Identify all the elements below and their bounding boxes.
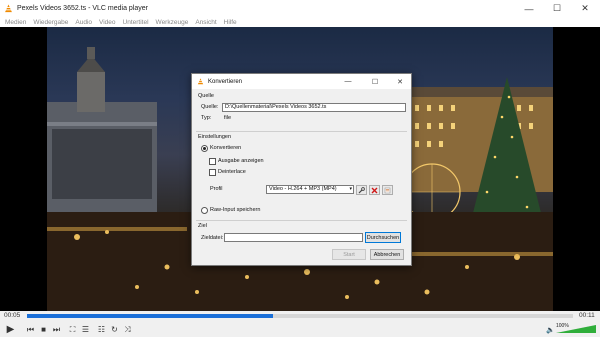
vlc-cone-icon xyxy=(5,4,12,13)
shuffle-button[interactable]: ⤨ xyxy=(121,323,134,336)
convert-label: Konvertieren xyxy=(210,145,242,151)
dialog-close-button[interactable]: ✕ xyxy=(390,74,410,89)
profile-select[interactable]: Video - H.264 + MP3 (MP4) ▾ xyxy=(266,185,354,194)
previous-button[interactable]: ⏮ xyxy=(24,323,37,336)
maximize-button[interactable]: ☐ xyxy=(543,0,571,17)
settings-header: Einstellungen xyxy=(198,134,232,140)
dialog-minimize-button[interactable]: — xyxy=(338,74,358,89)
menu-bar: Medien Wiedergabe Audio Video Untertitel… xyxy=(0,17,600,27)
dialog-maximize-button[interactable]: ☐ xyxy=(365,74,385,89)
deinterlace-label: Deinterlace xyxy=(218,169,246,175)
source-section: Quelle Quelle: D:\Quellenmaterial\Pexels… xyxy=(196,91,407,129)
vlc-cone-icon xyxy=(197,78,204,85)
destination-file-input[interactable] xyxy=(224,233,363,242)
cancel-button[interactable]: Abbrechen xyxy=(370,249,404,260)
profile-value: Video - H.264 + MP3 (MP4) xyxy=(269,186,337,192)
menu-hilfe[interactable]: Hilfe xyxy=(224,19,237,26)
control-bar: 00:05 00:11 ▶ ⏮ ■ ⏭ ⛶ ☰ ☷ ↻ ⤨ 🔈 100% xyxy=(0,311,600,337)
stop-button[interactable]: ■ xyxy=(37,323,50,336)
total-time: 00:11 xyxy=(579,312,595,319)
next-button[interactable]: ⏭ xyxy=(50,323,63,336)
dialog-title: Konvertieren xyxy=(208,78,243,85)
menu-werkzeuge[interactable]: Werkzeuge xyxy=(156,19,189,26)
seek-bar[interactable] xyxy=(27,314,573,318)
seek-progress xyxy=(27,314,273,318)
play-button[interactable]: ▶ xyxy=(4,323,17,336)
type-value: file xyxy=(224,115,232,121)
source-label: Quelle: xyxy=(201,104,219,110)
source-field[interactable]: D:\Quellenmaterial\Pexels Videos 3652.ts xyxy=(222,103,406,112)
window-titlebar: Pexels Videos 3652.ts - VLC media player… xyxy=(0,0,600,17)
wrench-icon xyxy=(358,186,365,193)
deinterlace-checkbox[interactable] xyxy=(209,169,216,176)
profile-label: Profil xyxy=(210,186,223,192)
playlist-button[interactable]: ☷ xyxy=(95,323,108,336)
convert-radio[interactable] xyxy=(201,145,208,152)
destination-section: Ziel Zieldatei: Durchsuchen xyxy=(196,220,407,247)
destination-file-label: Zieldatei: xyxy=(201,235,224,241)
window-title: Pexels Videos 3652.ts - VLC media player xyxy=(17,5,148,12)
menu-audio[interactable]: Audio xyxy=(75,19,92,26)
fullscreen-button[interactable]: ⛶ xyxy=(66,323,79,336)
source-header: Quelle xyxy=(198,93,214,99)
raw-input-label: Raw-Input speichern xyxy=(210,207,261,213)
minimize-button[interactable]: — xyxy=(515,0,543,17)
menu-ansicht[interactable]: Ansicht xyxy=(195,19,216,26)
loop-button[interactable]: ↻ xyxy=(108,323,121,336)
delete-profile-button[interactable] xyxy=(369,185,380,195)
show-output-checkbox[interactable] xyxy=(209,158,216,165)
new-profile-icon xyxy=(384,187,391,193)
convert-dialog: Konvertieren — ☐ ✕ Quelle Quelle: D:\Que… xyxy=(191,73,412,266)
volume-label: 100% xyxy=(556,323,569,329)
close-button[interactable]: ✕ xyxy=(571,0,599,17)
type-label: Typ: xyxy=(201,115,212,121)
show-output-label: Ausgabe anzeigen xyxy=(218,158,264,164)
elapsed-time: 00:05 xyxy=(4,312,21,319)
menu-wiedergabe[interactable]: Wiedergabe xyxy=(33,19,68,26)
browse-button[interactable]: Durchsuchen xyxy=(365,232,401,243)
delete-icon xyxy=(371,187,378,193)
menu-video[interactable]: Video xyxy=(99,19,116,26)
destination-header: Ziel xyxy=(198,223,207,229)
new-profile-button[interactable] xyxy=(382,185,393,195)
menu-medien[interactable]: Medien xyxy=(5,19,26,26)
speaker-icon: 🔈 xyxy=(546,326,555,334)
extended-settings-button[interactable]: ☰ xyxy=(79,323,92,336)
menu-untertitel[interactable]: Untertitel xyxy=(123,19,149,26)
settings-section: Einstellungen Konvertieren Ausgabe anzei… xyxy=(196,131,407,220)
edit-profile-button[interactable] xyxy=(356,185,367,195)
dialog-titlebar: Konvertieren — ☐ ✕ xyxy=(192,74,411,89)
raw-input-radio[interactable] xyxy=(201,207,208,214)
chevron-down-icon: ▾ xyxy=(349,186,352,192)
start-button[interactable]: Start xyxy=(332,249,366,260)
